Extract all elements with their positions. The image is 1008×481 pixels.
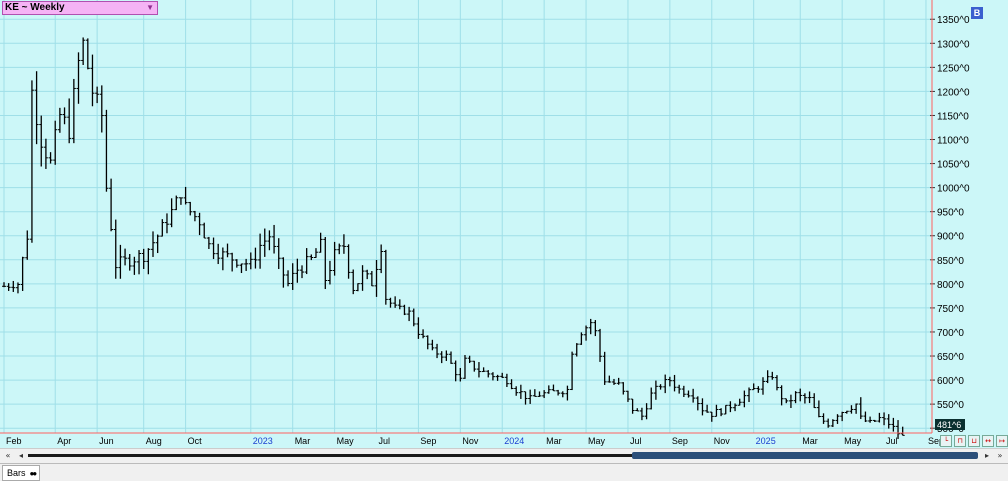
x-tick-label: Jul — [630, 436, 642, 446]
zoom-out-icon[interactable]: ⊔ — [968, 435, 980, 447]
y-tick-label: 550^0 — [937, 400, 964, 411]
y-tick-label: 1100^0 — [937, 136, 969, 147]
y-tick-label: 1050^0 — [937, 160, 970, 171]
y-tick-label: 700^0 — [937, 328, 964, 339]
x-tick-label: 2023 — [253, 436, 273, 446]
triangle-down-icon[interactable]: ▼ — [146, 2, 154, 14]
x-tick-label: Mar — [295, 436, 311, 446]
y-tick-label: 1300^0 — [937, 39, 970, 50]
x-tick-label: May — [844, 436, 862, 446]
study-bar: Bars ●● — [0, 463, 1008, 481]
y-tick-label: 650^0 — [937, 352, 964, 363]
study-tab-bars[interactable]: Bars ●● — [2, 465, 41, 481]
double-right-icon[interactable]: » — [994, 450, 1006, 461]
x-tick-label: Sep — [672, 436, 688, 446]
x-tick-label: Jul — [886, 436, 898, 446]
scroll-left-icon[interactable]: ↔ — [982, 435, 994, 447]
chart-badge-icon[interactable]: B — [971, 7, 983, 19]
scroll-right-icon[interactable]: ↦ — [996, 435, 1008, 447]
x-tick-label: Oct — [188, 436, 203, 446]
double-circle-icon: ●● — [29, 469, 38, 478]
y-tick-label: 800^0 — [937, 280, 964, 291]
horizontal-scrollbar[interactable]: « ◂ ▸ » — [0, 448, 1008, 464]
x-tick-label: Sep — [420, 436, 436, 446]
y-tick-label: 1150^0 — [937, 111, 969, 122]
chart-nav-buttons: └ ⊓ ⊔ ↔ ↦ — [940, 435, 1008, 447]
y-tick-label: 1200^0 — [937, 87, 970, 98]
symbol-label: KE ~ Weekly — [5, 2, 65, 13]
x-tick-label: Apr — [57, 436, 71, 446]
x-tick-label: Aug — [146, 436, 162, 446]
x-tick-label: Nov — [714, 436, 731, 446]
symbol-selector[interactable]: KE ~ Weekly ▼ — [2, 1, 158, 15]
x-tick-label: Jun — [99, 436, 114, 446]
x-tick-label: 2025 — [756, 436, 776, 446]
last-price-label: 481^6 — [937, 420, 961, 430]
y-tick-label: 950^0 — [937, 208, 964, 219]
x-tick-label: May — [588, 436, 606, 446]
date-axis: Feb Apr Jun Aug Oct 2023 Mar May Jul Sep Nov 2024 Ma… — [6, 436, 944, 446]
y-tick-label: 1000^0 — [937, 184, 970, 195]
scroll-thumb[interactable] — [632, 452, 978, 459]
y-tick-label: 900^0 — [937, 232, 964, 243]
right-arrow-icon[interactable]: ▸ — [981, 450, 993, 461]
x-tick-label: Feb — [6, 436, 22, 446]
y-tick-label: 850^0 — [937, 256, 964, 267]
x-tick-label: Mar — [802, 436, 818, 446]
zoom-in-icon[interactable]: ⊓ — [954, 435, 966, 447]
x-tick-label: Mar — [546, 436, 562, 446]
chart-background — [0, 0, 932, 433]
zoom-first-icon[interactable]: └ — [940, 435, 952, 447]
double-left-icon[interactable]: « — [2, 450, 14, 461]
left-arrow-icon[interactable]: ◂ — [15, 450, 27, 461]
y-tick-label: 600^0 — [937, 376, 964, 387]
price-chart[interactable]: 500^0550^0600^0650^0700^0750^0800^0850^0… — [0, 0, 1008, 448]
y-tick-label: 1350^0 — [937, 15, 970, 26]
y-tick-label: 750^0 — [937, 304, 964, 315]
x-tick-label: 2024 — [504, 436, 524, 446]
last-price-marker: 481^6 — [935, 419, 965, 430]
study-tab-label: Bars — [7, 468, 26, 478]
x-tick-label: Jul — [379, 436, 391, 446]
x-tick-label: May — [337, 436, 355, 446]
x-tick-label: Nov — [462, 436, 479, 446]
y-tick-label: 1250^0 — [937, 63, 970, 74]
